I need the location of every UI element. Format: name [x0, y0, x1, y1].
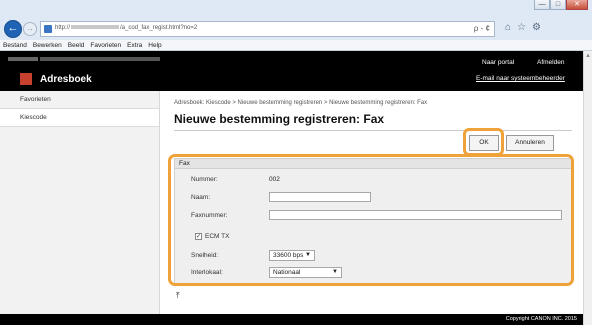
settings-gear-icon[interactable]: ⚙ [532, 22, 541, 33]
menu-extra[interactable]: Extra [127, 42, 142, 49]
logout-link[interactable]: Afmelden [537, 59, 564, 66]
cancel-button[interactable]: Annuleren [506, 135, 554, 151]
maximize-button[interactable]: □ [550, 0, 566, 10]
email-admin-link[interactable]: E-mail naar systeembeheerder [476, 75, 565, 82]
page-icon [44, 25, 52, 33]
browser-nav-bar: ← → http:///a_cod_fax_regist.html?no=2 ρ… [0, 18, 592, 40]
menu-beeld[interactable]: Beeld [68, 42, 85, 49]
ok-button[interactable]: OK [469, 135, 499, 151]
vertical-scrollbar[interactable]: ▲ [583, 51, 592, 325]
title-divider [174, 130, 572, 131]
top-jump-icon[interactable]: ⤒ [176, 291, 180, 301]
browser-title-bar: — □ ✕ [0, 0, 592, 18]
breadcrumb: Adresboek: Kiescode > Nieuwe bestemming … [174, 100, 428, 106]
fax-panel-highlight [168, 154, 574, 286]
search-refresh-icon[interactable]: ρ - ¢ [474, 24, 490, 33]
copyright-text: Copyright CANON INC. 2015 [505, 316, 577, 322]
menu-favorieten[interactable]: Favorieten [90, 42, 121, 49]
sidebar-item-favorieten[interactable]: Favorieten [0, 91, 159, 109]
home-icon[interactable]: ⌂ [505, 22, 511, 33]
portal-link[interactable]: Naar portal [482, 59, 514, 66]
page-title: Nieuwe bestemming registreren: Fax [174, 112, 385, 126]
footer: Copyright CANON INC. 2015 [0, 314, 583, 325]
menu-bewerken[interactable]: Bewerken [33, 42, 62, 49]
close-window-button[interactable]: ✕ [566, 0, 588, 10]
sidebar-item-kiescode[interactable]: Kiescode [0, 109, 159, 127]
forward-arrow-icon[interactable]: → [23, 22, 37, 36]
menu-bestand[interactable]: Bestand [3, 42, 27, 49]
app-title: Adresboek [40, 74, 92, 85]
sidebar: Favorieten Kiescode [0, 91, 160, 325]
address-text: http:///a_cod_fax_regist.html?no=2 [55, 25, 198, 31]
menu-help[interactable]: Help [148, 42, 161, 49]
back-arrow-icon[interactable]: ← [4, 20, 22, 38]
address-book-icon [20, 73, 32, 85]
minimize-button[interactable]: — [534, 0, 550, 10]
scroll-up-icon[interactable]: ▲ [585, 53, 591, 59]
favorites-star-icon[interactable]: ☆ [517, 22, 526, 33]
browser-menu-bar: Bestand Bewerken Beeld Favorieten Extra … [0, 40, 592, 51]
address-bar[interactable]: http:///a_cod_fax_regist.html?no=2 ρ - ¢ [40, 21, 495, 37]
app-header: Adresboek Naar portal Afmelden E-mail na… [0, 51, 583, 91]
